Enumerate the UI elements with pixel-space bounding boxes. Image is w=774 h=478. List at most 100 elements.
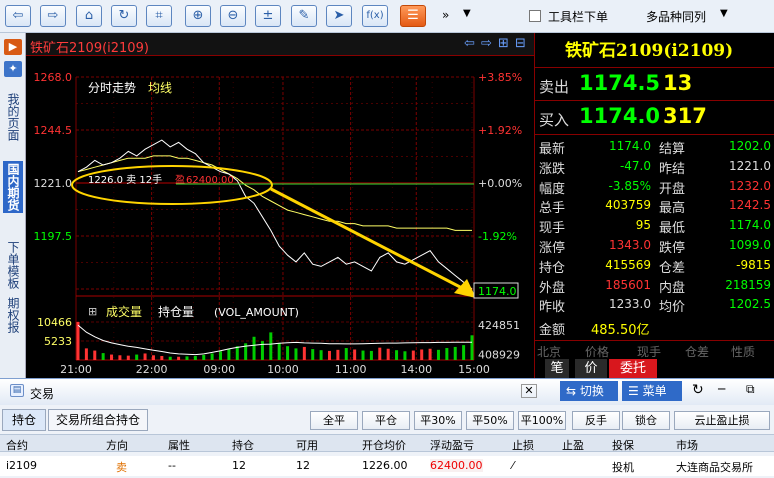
sidebar-tab-1[interactable]: 国内期货 [3,161,23,213]
column-header-5[interactable]: 开仓均价 [362,437,406,453]
chart-canvas[interactable]: 1268.0 +3.85% 1244.5 +1.92% 1221.0 +0.00% 1197… [26,56,534,378]
amount-value: 485.50亿 [591,323,650,338]
trade-close-icon[interactable]: ✕ [521,384,537,398]
toolbar-dropdown-icon[interactable]: ▼ [463,8,471,19]
select-button[interactable]: ➤ [326,5,352,27]
switch-button[interactable]: ⇆ 切换 [560,381,618,401]
trade-action-1[interactable]: 平仓 [362,411,410,430]
volume-bar [193,356,197,360]
trade-action-5[interactable]: 反手 [572,411,620,430]
cell-持仓: 12 [232,459,246,472]
time-tick-label: 22:00 [136,363,168,376]
quote-label2-8: 均价 [659,300,686,316]
multi-instrument-label[interactable]: 多品种同列 [646,8,706,25]
quote-label2-4: 最低 [659,221,686,237]
volume-bar [403,351,407,360]
cell-可用: 12 [296,459,310,472]
more-tools-icon[interactable]: » [442,8,449,22]
trade-refresh-icon[interactable]: ↻ [692,382,704,398]
chart-expand-icon[interactable]: ⊞ [498,36,509,51]
ask-price[interactable]: 1174.5 [579,71,660,95]
trade-action-0[interactable]: 全平 [310,411,358,430]
trade-action-4[interactable]: 平100% [518,411,566,430]
tick-header-1: 价格 [585,345,610,359]
pct-tick-label: +1.92% [478,124,522,137]
vol-indicator-label: (VOL_AMOUNT) [214,306,299,319]
column-header-4[interactable]: 可用 [296,437,318,453]
bid-price[interactable]: 1174.0 [579,104,660,128]
sidebar-tab-0[interactable]: 我的页面 [3,91,23,143]
column-header-10[interactable]: 市场 [676,437,698,453]
back-button[interactable]: ⇦ [5,5,31,27]
position-pl-value: 62400.00 [186,175,234,186]
sidebar-settings-icon[interactable]: ✦ [4,61,22,77]
volume-bar [219,351,223,360]
bid-label: 买入 [539,111,570,129]
table-row[interactable]: i2109 卖 -- 12 12 1226.00 62400.00 ⁄ 投机 大连商品交易所 [0,456,774,476]
column-header-3[interactable]: 持仓 [232,437,254,453]
volume-bar [118,355,122,360]
sidebar-tab-3[interactable]: 期权报 [3,295,23,335]
trade-tab-1[interactable]: 交易所组合持仓 [48,409,148,431]
quote-tab-0[interactable]: 笔 [545,359,569,378]
trade-action-2[interactable]: 平30% [414,411,462,430]
draw-button[interactable]: ✎ [291,5,317,27]
list-button[interactable]: ☰ [400,5,426,27]
chart-next-icon[interactable]: ⇨ [481,36,492,51]
quote-tab-1[interactable]: 价 [575,359,607,378]
zoom-in-button[interactable]: ⊕ [185,5,211,27]
quote-panel: 铁矿石2109(i2109) 卖出 1174.5 13 买入 1174.0 31… [534,33,774,378]
volume-label: 成交量 [106,304,142,319]
quote-value-6: 415569 [605,257,651,272]
volume-bar [160,356,164,360]
crop-button[interactable]: ⌗ [146,5,172,27]
toolbar-order-checkbox[interactable] [529,10,541,22]
main-toolbar: ⇦ ⇨ ⌂ ↻ ⌗ ⊕ ⊖ ± ✎ ➤ f(x) ☰ » ▼ 工具栏下单 多品种同列 ▼ [0,0,774,33]
quote-tab-2[interactable]: 委托 [609,359,657,378]
position-pl-prefix: 盈 [175,174,185,186]
cell-投保: 投机 [612,461,634,474]
chart-header: 铁矿石2109(i2109) ⇦ ⇨ ⊞ ⊟ [26,33,534,56]
refresh-button[interactable]: ↻ [111,5,137,27]
multi-instrument-dropdown-icon[interactable]: ▼ [720,8,728,19]
tick-header-0: 北京 [537,345,562,359]
trade-popout-icon[interactable]: ⧉ [746,382,755,397]
sidebar-tab-2[interactable]: 下单模板 [3,239,23,291]
column-header-6[interactable]: 浮动盈亏 [430,437,474,453]
trade-action-6[interactable]: 锁仓 [622,411,670,430]
volume-bar [411,350,415,360]
left-sidebar: ▶ ✦ 我的页面国内期货下单模板期权报 [0,33,26,378]
trade-tab-0[interactable]: 持仓 [2,409,46,431]
vol-expand-icon[interactable]: ⊞ [88,305,97,318]
forward-button[interactable]: ⇨ [40,5,66,27]
column-header-2[interactable]: 属性 [168,437,190,453]
price-tick-label: 1268.0 [34,71,73,84]
trade-action-3[interactable]: 平50% [466,411,514,430]
trade-minimize-icon[interactable]: ─ [718,382,725,396]
chart-prev-icon[interactable]: ⇦ [464,36,475,51]
zoom-out-button[interactable]: ⊖ [220,5,246,27]
column-header-9[interactable]: 投保 [612,437,634,453]
quote-label-3: 总手 [539,201,566,217]
home-button[interactable]: ⌂ [76,5,102,27]
cell-属性: -- [168,459,176,472]
cell-合约: i2109 [6,459,38,472]
trade-action-7[interactable]: 云止盈止损 [674,411,770,430]
chart-shrink-icon[interactable]: ⊟ [515,36,526,51]
volume-bar [420,349,424,360]
column-header-8[interactable]: 止盈 [562,437,584,453]
quote-value-1: -47.0 [619,158,651,173]
price-tick-label: 1221.0 [34,177,73,190]
column-header-0[interactable]: 合约 [6,437,28,453]
fx-button[interactable]: f(x) [362,5,388,27]
ask-qty: 13 [663,71,693,95]
column-header-7[interactable]: 止损 [512,437,534,453]
column-header-1[interactable]: 方向 [106,437,128,453]
chart-subtitle: 分时走势 [88,81,136,95]
sidebar-collapse-icon[interactable]: ▶ [4,39,22,55]
quote-label-8: 昨收 [539,300,566,316]
formula-button[interactable]: ± [255,5,281,27]
position-annotation: 1226.0 卖 12手 [88,173,162,186]
volume-tick-label: 5233 [44,335,72,348]
menu-button[interactable]: ☰ 菜单 [622,381,682,401]
